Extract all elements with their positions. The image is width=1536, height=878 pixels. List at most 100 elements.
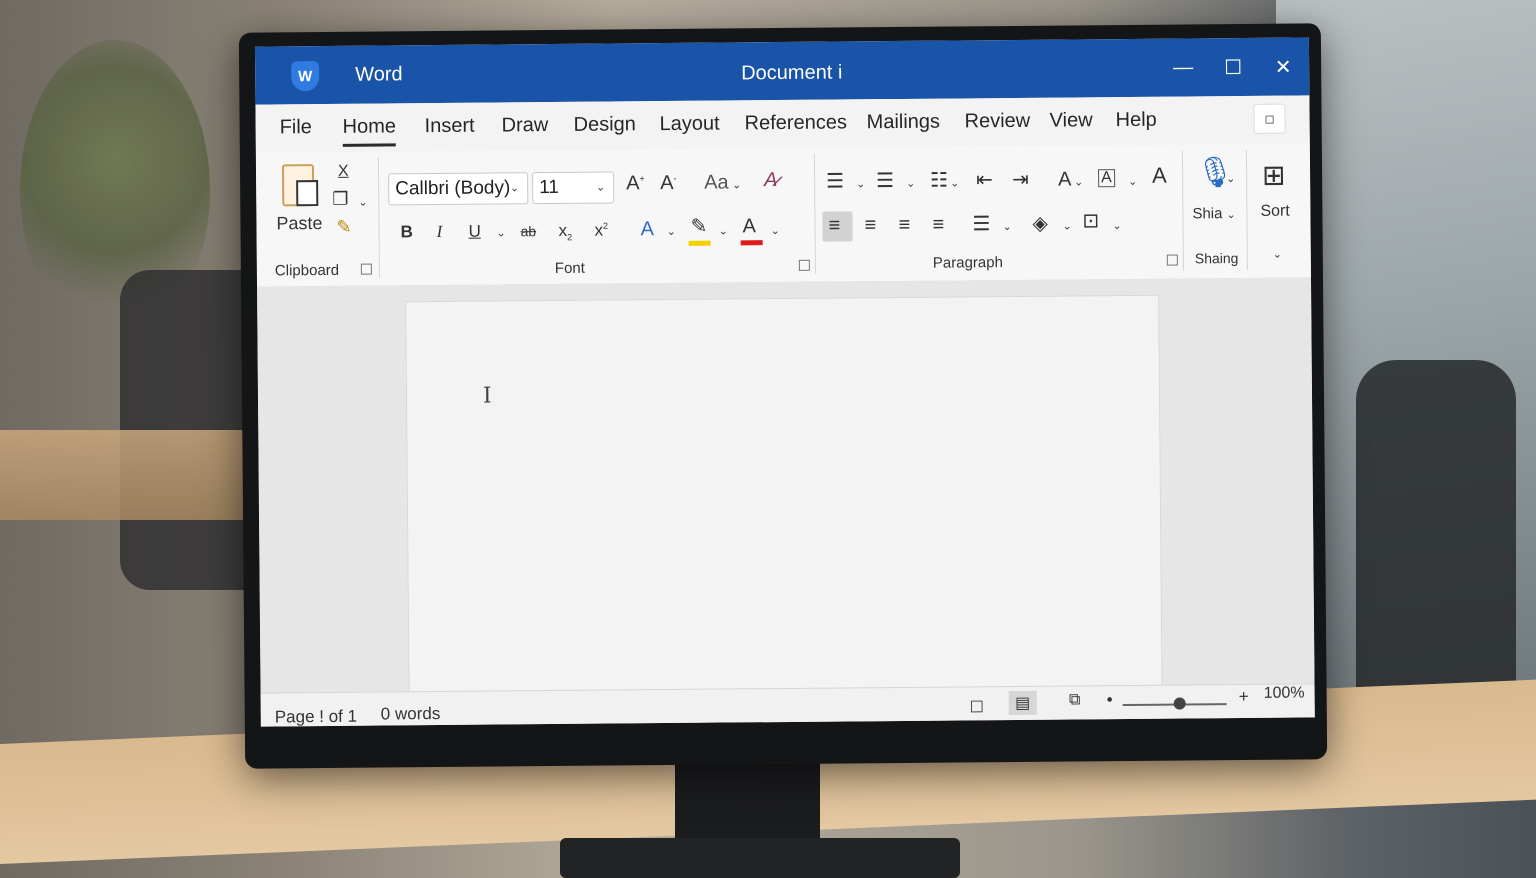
divider [1245, 149, 1248, 270]
decrease-indent-icon[interactable]: ⇤ [976, 169, 993, 191]
divider [377, 157, 380, 278]
strikethrough-button[interactable]: ab [520, 223, 536, 239]
divider [813, 153, 816, 274]
close-button[interactable]: ✕ [1265, 51, 1301, 81]
shading-dropdown-icon[interactable]: ⌄ [1062, 219, 1071, 232]
page-count[interactable]: Page ! of 1 [275, 707, 357, 727]
line-spacing-icon[interactable]: ☰ [972, 213, 990, 235]
font-color-icon[interactable]: A [742, 215, 756, 237]
tab-design[interactable]: Design [574, 113, 636, 137]
tab-view[interactable]: View [1050, 109, 1093, 132]
superscript-button[interactable]: x2 [594, 220, 608, 240]
dictate-button[interactable]: Shia [1192, 205, 1222, 222]
tab-help[interactable]: Help [1116, 109, 1157, 132]
ribbon-expand-icon[interactable]: ⌄ [1273, 248, 1282, 261]
phonetic-guide-icon[interactable]: A [1152, 163, 1167, 188]
web-layout-icon[interactable]: ⧉ [1061, 688, 1089, 712]
word-logo-icon: W [291, 61, 320, 92]
multilevel-list-dropdown-icon[interactable]: ⌄ [950, 176, 959, 189]
dictate-dropdown-icon[interactable]: ⌄ [1226, 172, 1235, 185]
justify-icon[interactable]: ≡ [932, 214, 944, 236]
line-spacing-dropdown-icon[interactable]: ⌄ [1002, 220, 1011, 233]
bullets-icon[interactable]: ☰ [826, 170, 844, 192]
align-right-icon[interactable]: ≡ [898, 214, 910, 236]
minimize-button[interactable]: — [1165, 52, 1201, 82]
character-border-icon[interactable]: A [1098, 169, 1115, 188]
align-center-icon[interactable]: ≡ [864, 214, 876, 236]
ribbon-display-button[interactable]: ◻ [1253, 103, 1286, 134]
format-painter-icon[interactable]: ✎ [336, 217, 351, 237]
paste-icon[interactable] [281, 164, 315, 207]
dictate-label-dropdown-icon[interactable]: ⌄ [1226, 208, 1235, 221]
tab-review[interactable]: Review [965, 110, 1031, 134]
underline-button[interactable]: U [468, 222, 480, 241]
italic-button[interactable]: I [436, 222, 442, 241]
copy-icon[interactable]: ❐ [332, 189, 348, 209]
shaing-group-label: Shaing [1194, 250, 1239, 267]
paste-button[interactable]: Paste [276, 213, 322, 233]
font-name-value: Callbri (Body) [395, 177, 511, 200]
change-case-dropdown-icon[interactable]: ⌄ [732, 178, 741, 191]
borders-icon[interactable]: ⊡ [1082, 210, 1099, 232]
shading-icon[interactable]: ◈ [1032, 213, 1048, 235]
superscript-letter: x [594, 220, 604, 240]
document-page[interactable]: I [405, 294, 1163, 704]
bold-button[interactable]: B [400, 222, 412, 241]
text-effects-icon[interactable]: A [640, 218, 654, 240]
print-layout-icon[interactable]: ▤ [1008, 690, 1037, 716]
clear-formatting-icon[interactable]: A̷ [764, 169, 778, 191]
clipboard-group-label: Clipboard [274, 261, 340, 280]
zoom-out-button[interactable]: • [1107, 690, 1113, 710]
sort-table-icon[interactable]: ⊞ [1262, 160, 1286, 191]
styles-a-icon[interactable]: A [1058, 168, 1072, 190]
font-launcher-icon[interactable] [798, 259, 810, 271]
document-title: Document i [741, 61, 843, 85]
sort-button[interactable]: Sort [1260, 203, 1289, 220]
styles-dropdown-icon[interactable]: ⌄ [1074, 175, 1083, 188]
underline-dropdown-icon[interactable]: ⌄ [497, 226, 506, 239]
clipboard-launcher-icon[interactable] [360, 263, 372, 275]
change-case-icon[interactable]: Aa [704, 171, 729, 193]
tab-layout[interactable]: Layout [660, 113, 720, 137]
tab-home[interactable]: Home [342, 115, 397, 147]
highlight-color-bar [688, 240, 711, 246]
tab-insert[interactable]: Insert [425, 115, 475, 138]
font-size-select[interactable]: 11 ⌄ [532, 171, 615, 205]
text-effects-dropdown-icon[interactable]: ⌄ [667, 225, 676, 238]
increase-indent-icon[interactable]: ⇥ [1012, 169, 1029, 191]
cut-icon[interactable]: X [338, 163, 349, 180]
bullets-dropdown-icon[interactable]: ⌄ [856, 177, 865, 190]
tab-references[interactable]: References [745, 111, 847, 135]
document-area: I [257, 277, 1315, 704]
tab-file[interactable]: File [280, 116, 312, 139]
paragraph-group-label: Paragraph [932, 254, 1003, 272]
grow-font-icon[interactable]: A+ [626, 172, 645, 194]
zoom-slider-thumb[interactable] [1173, 697, 1186, 710]
font-group-label: Font [554, 259, 585, 277]
paragraph-launcher-icon[interactable] [1166, 254, 1178, 266]
font-name-select[interactable]: Callbri (Body) ⌄ [388, 172, 529, 206]
tab-draw[interactable]: Draw [502, 114, 549, 137]
copy-dropdown-icon[interactable]: ⌄ [358, 196, 367, 209]
zoom-in-button[interactable]: + [1239, 687, 1249, 707]
multilevel-list-icon[interactable]: ☷ [930, 170, 948, 192]
word-count[interactable]: 0 words [381, 704, 441, 725]
highlight-dropdown-icon[interactable]: ⌄ [719, 224, 728, 237]
font-color-dropdown-icon[interactable]: ⌄ [770, 224, 780, 237]
highlight-icon[interactable]: ✎ [690, 216, 707, 238]
font-color-bar [740, 240, 763, 246]
focus-mode-icon[interactable]: ☐ [963, 695, 991, 719]
borders-dropdown-icon[interactable]: ⌄ [1112, 219, 1121, 232]
shrink-font-letter: A [660, 171, 674, 195]
zoom-level[interactable]: 100% [1264, 684, 1305, 702]
subscript-letter: x [558, 220, 568, 240]
character-border-dropdown-icon[interactable]: ⌄ [1128, 175, 1137, 188]
numbering-dropdown-icon[interactable]: ⌄ [906, 177, 915, 190]
tab-mailings[interactable]: Mailings [867, 111, 941, 135]
maximize-button[interactable]: ☐ [1215, 52, 1251, 82]
chevron-down-icon: ⌄ [509, 182, 520, 195]
subscript-button[interactable]: x2 [558, 220, 572, 243]
numbering-icon[interactable]: ☰ [876, 170, 894, 192]
align-left-icon[interactable]: ≡ [828, 214, 840, 236]
shrink-font-icon[interactable]: A- [660, 171, 677, 195]
